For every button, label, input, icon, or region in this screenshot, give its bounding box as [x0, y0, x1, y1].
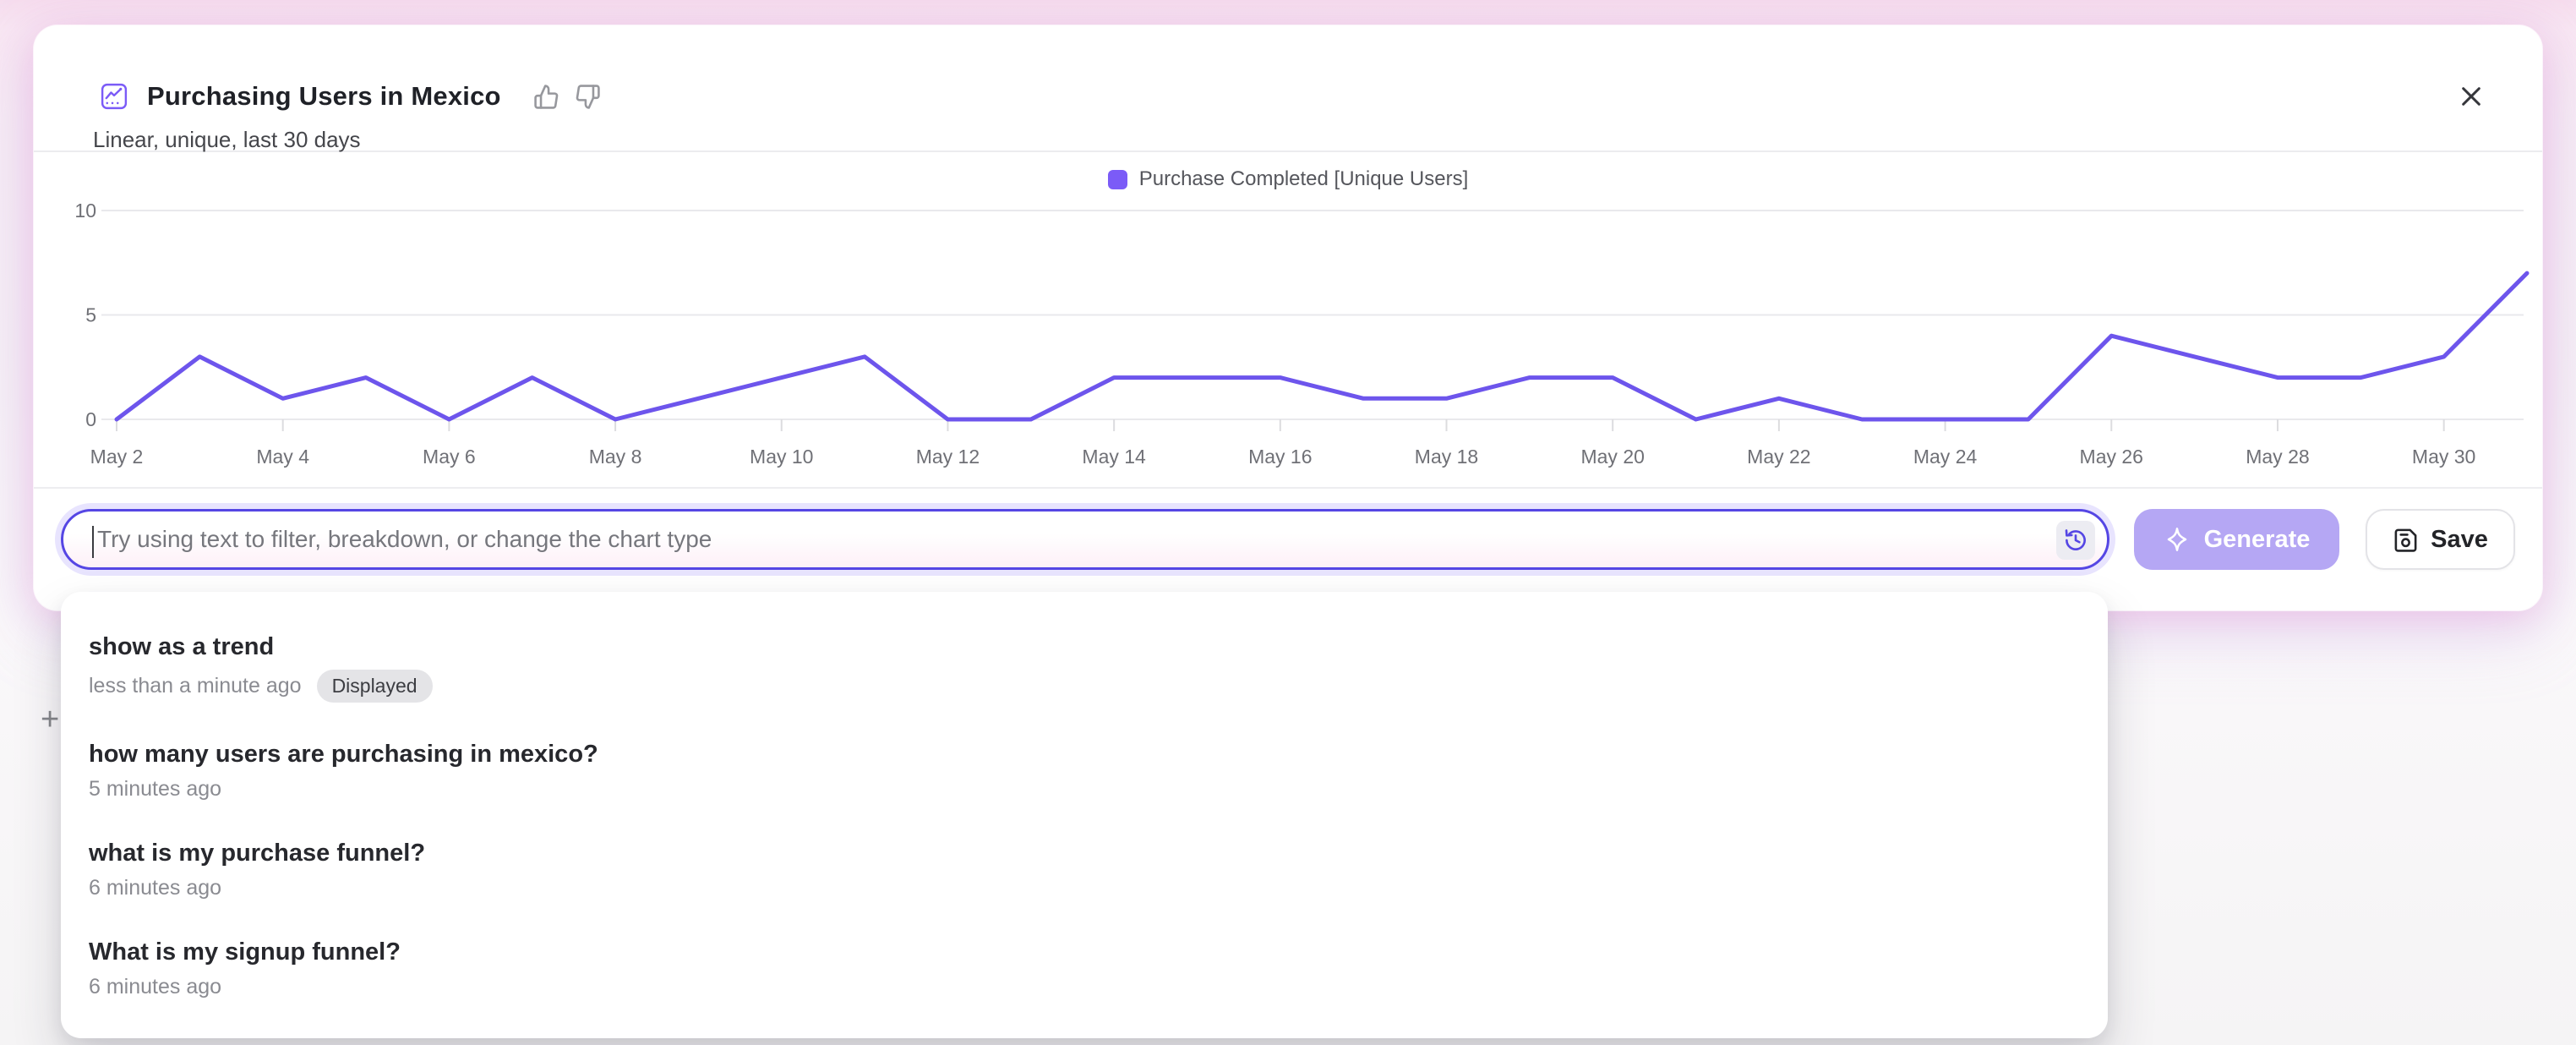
- svg-text:10: 10: [74, 200, 96, 222]
- chart-card: Purchasing Users in Mexico Linear, uniqu…: [34, 25, 2542, 610]
- thumbs-down-button[interactable]: [573, 82, 603, 112]
- svg-text:May 14: May 14: [1082, 446, 1146, 468]
- svg-text:5: 5: [85, 304, 96, 326]
- history-item-label: What is my signup funnel?: [89, 936, 2074, 968]
- section-divider: [34, 487, 2542, 489]
- svg-text:May 18: May 18: [1415, 446, 1478, 468]
- svg-text:May 30: May 30: [2412, 446, 2475, 468]
- svg-text:May 26: May 26: [2080, 446, 2143, 468]
- sparkle-icon: [2164, 526, 2191, 553]
- chart-type-icon: [100, 82, 128, 111]
- history-item[interactable]: how many users are purchasing in mexico?…: [61, 719, 2108, 818]
- page-title: Purchasing Users in Mexico: [147, 81, 501, 112]
- save-button[interactable]: Save: [2366, 509, 2515, 570]
- history-item-time: 5 minutes ago: [89, 777, 221, 802]
- svg-text:May 16: May 16: [1248, 446, 1312, 468]
- background-plus-icon: +: [41, 702, 59, 738]
- text-caret: [92, 526, 94, 558]
- card-header: Purchasing Users in Mexico Linear, uniqu…: [34, 25, 2542, 152]
- svg-text:May 6: May 6: [423, 446, 476, 468]
- generate-button[interactable]: Generate: [2134, 509, 2339, 570]
- history-item-label: how many users are purchasing in mexico?: [89, 738, 2074, 770]
- line-chart: 0 5 10 May 2 May 4 May 6 May 8 May 10 May 12 May …: [34, 152, 2542, 507]
- history-button[interactable]: [2056, 521, 2095, 560]
- thumbs-up-button[interactable]: [532, 82, 561, 112]
- svg-text:May 22: May 22: [1747, 446, 1810, 468]
- thumbs-down-icon: [575, 84, 601, 110]
- svg-text:0: 0: [85, 408, 96, 430]
- history-item-time: 6 minutes ago: [89, 876, 221, 900]
- thumbs-up-icon: [533, 84, 559, 110]
- displayed-badge: Displayed: [317, 670, 433, 703]
- prompt-row: Generate Save: [34, 509, 2542, 570]
- close-icon: [2458, 83, 2485, 110]
- svg-text:May 8: May 8: [589, 446, 642, 468]
- history-item-time: 6 minutes ago: [89, 975, 221, 999]
- svg-text:May 12: May 12: [916, 446, 980, 468]
- history-item-time: less than a minute ago: [89, 674, 302, 698]
- history-item[interactable]: What is my signup funnel? 6 minutes ago: [61, 917, 2108, 1016]
- history-item-label: show as a trend: [89, 631, 2074, 663]
- save-label: Save: [2431, 526, 2488, 554]
- svg-text:May 24: May 24: [1913, 446, 1978, 468]
- close-button[interactable]: [2456, 81, 2486, 112]
- save-icon: [2393, 527, 2419, 553]
- svg-text:May 28: May 28: [2246, 446, 2309, 468]
- history-item[interactable]: show as a trend less than a minute ago D…: [61, 612, 2108, 719]
- prompt-input[interactable]: [63, 512, 2107, 567]
- svg-text:May 4: May 4: [256, 446, 309, 468]
- prompt-box: [61, 509, 2109, 570]
- history-dropdown: show as a trend less than a minute ago D…: [61, 592, 2108, 1038]
- svg-text:May 20: May 20: [1580, 446, 1644, 468]
- history-item-label: what is my purchase funnel?: [89, 837, 2074, 869]
- history-item[interactable]: what is my purchase funnel? 6 minutes ag…: [61, 818, 2108, 917]
- line-chart-area[interactable]: 0 5 10 May 2 May 4 May 6 May 8 May 10 May 12 May …: [34, 152, 2542, 507]
- generate-label: Generate: [2204, 526, 2311, 554]
- chart-subtitle: Linear, unique, last 30 days: [93, 127, 361, 153]
- history-icon: [2063, 528, 2088, 553]
- svg-text:May 10: May 10: [750, 446, 813, 468]
- svg-text:May 2: May 2: [90, 446, 144, 468]
